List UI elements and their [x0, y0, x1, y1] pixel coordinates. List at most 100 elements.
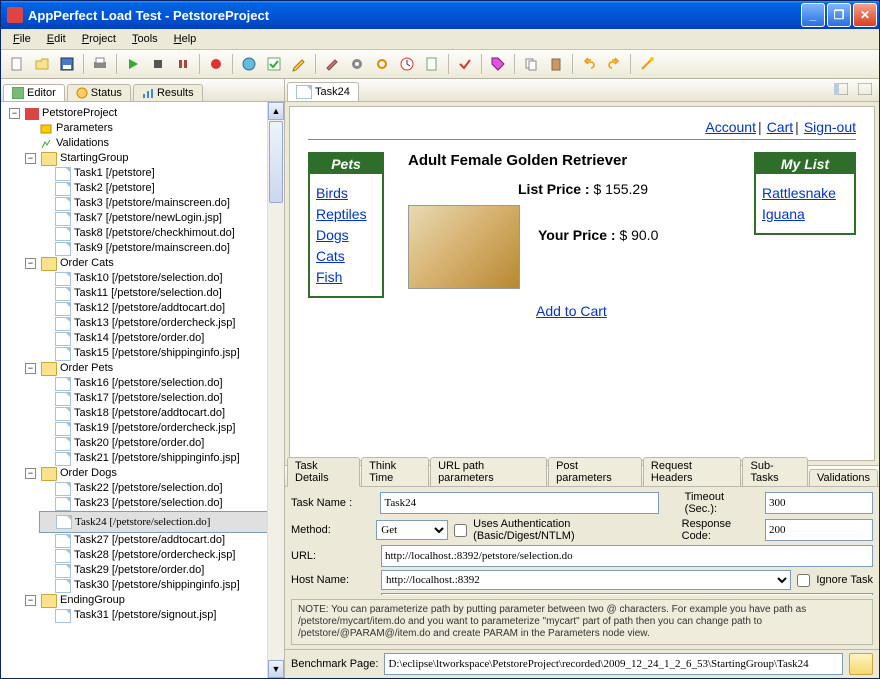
tree-group[interactable]: StartingGroup	[60, 151, 128, 166]
tree-task[interactable]: Task10 [/petstore/selection.do]	[39, 271, 282, 286]
tree-task[interactable]: Task24 [/petstore/selection.do]	[39, 511, 282, 533]
tree-task[interactable]: Task15 [/petstore/shippinginfo.jsp]	[39, 346, 282, 361]
print-icon[interactable]	[88, 52, 112, 76]
stop-icon[interactable]	[146, 52, 170, 76]
tab-editor[interactable]: Editor	[3, 84, 65, 101]
collapse-icon[interactable]: −	[25, 258, 36, 269]
tree-root[interactable]: PetstoreProject	[42, 106, 117, 121]
tab-results[interactable]: Results	[133, 84, 203, 101]
collapse-icon[interactable]: −	[25, 468, 36, 479]
collapse-icon[interactable]: −	[9, 108, 20, 119]
method-select[interactable]: Get	[376, 520, 448, 540]
maximize-button[interactable]: ❐	[827, 3, 851, 27]
detail-tab[interactable]: Request Headers	[643, 457, 742, 486]
path-input[interactable]	[381, 593, 873, 595]
category-link[interactable]: Reptiles	[316, 206, 376, 222]
category-link[interactable]: Birds	[316, 185, 376, 201]
menu-help[interactable]: Help	[166, 31, 205, 47]
category-link[interactable]: Dogs	[316, 227, 376, 243]
link-cart[interactable]: Cart	[767, 119, 793, 135]
clock-icon[interactable]	[395, 52, 419, 76]
tree-task[interactable]: Task23 [/petstore/selection.do]	[39, 496, 282, 511]
link-account[interactable]: Account	[705, 119, 756, 135]
tree-validations[interactable]: Validations	[56, 136, 109, 151]
tag-icon[interactable]	[486, 52, 510, 76]
benchmark-input[interactable]	[384, 653, 843, 675]
add-to-cart-link[interactable]: Add to Cart	[536, 303, 607, 319]
detail-tab[interactable]: Sub-Tasks	[742, 457, 808, 486]
tree-task[interactable]: Task2 [/petstore]	[39, 181, 282, 196]
close-button[interactable]: ✕	[853, 3, 877, 27]
detail-tab[interactable]: Task Details	[287, 457, 360, 487]
host-select[interactable]: http://localhost.:8392	[381, 570, 791, 590]
collapse-icon[interactable]: −	[25, 153, 36, 164]
url-input[interactable]	[381, 545, 873, 567]
tab-task[interactable]: Task24	[287, 82, 359, 101]
tree-task[interactable]: Task31 [/petstore/signout.jsp]	[39, 608, 282, 623]
response-input[interactable]	[765, 519, 873, 541]
tree-task[interactable]: Task16 [/petstore/selection.do]	[39, 376, 282, 391]
new-icon[interactable]	[5, 52, 29, 76]
run-icon[interactable]	[121, 52, 145, 76]
paste-icon[interactable]	[544, 52, 568, 76]
collapse-icon[interactable]: −	[25, 363, 36, 374]
tree-task[interactable]: Task9 [/petstore/mainscreen.do]	[39, 241, 282, 256]
check-icon[interactable]	[262, 52, 286, 76]
detail-tab[interactable]: Think Time	[361, 457, 429, 486]
mylist-link[interactable]: Rattlesnake	[762, 185, 848, 201]
tree-task[interactable]: Task21 [/petstore/shippinginfo.jsp]	[39, 451, 282, 466]
menu-file[interactable]: File	[5, 31, 39, 47]
detail-tab[interactable]: URL path parameters	[430, 457, 547, 486]
ignore-checkbox[interactable]	[797, 574, 810, 587]
validate-icon[interactable]	[453, 52, 477, 76]
timeout-input[interactable]	[765, 492, 873, 514]
menu-edit[interactable]: Edit	[39, 31, 74, 47]
auth-checkbox[interactable]	[454, 524, 467, 537]
scroll-down-icon[interactable]: ▼	[268, 660, 284, 678]
tree-task[interactable]: Task20 [/petstore/order.do]	[39, 436, 282, 451]
link-signout[interactable]: Sign-out	[804, 119, 856, 135]
tree-task[interactable]: Task11 [/petstore/selection.do]	[39, 286, 282, 301]
scroll-up-icon[interactable]: ▲	[268, 102, 284, 120]
collapse-icon[interactable]: −	[25, 595, 36, 606]
gear-icon[interactable]	[345, 52, 369, 76]
scroll-thumb[interactable]	[269, 121, 283, 203]
settings-icon[interactable]	[320, 52, 344, 76]
tree-task[interactable]: Task14 [/petstore/order.do]	[39, 331, 282, 346]
tree-task[interactable]: Task13 [/petstore/ordercheck.jsp]	[39, 316, 282, 331]
browser-icon[interactable]	[237, 52, 261, 76]
tab-status[interactable]: Status	[67, 84, 131, 101]
tree-parameters[interactable]: Parameters	[56, 121, 113, 136]
wand-icon[interactable]	[635, 52, 659, 76]
detail-tab[interactable]: Post parameters	[548, 457, 642, 486]
tree-task[interactable]: Task7 [/petstore/newLogin.jsp]	[39, 211, 282, 226]
category-link[interactable]: Fish	[316, 269, 376, 285]
tree-view[interactable]: −PetstoreProject Parameters Validations …	[1, 102, 284, 678]
taskname-input[interactable]	[380, 492, 658, 514]
tree-task[interactable]: Task12 [/petstore/addtocart.do]	[39, 301, 282, 316]
refresh-icon[interactable]	[370, 52, 394, 76]
open-icon[interactable]	[30, 52, 54, 76]
tree-group[interactable]: Order Cats	[60, 256, 114, 271]
detail-tab[interactable]: Validations	[809, 469, 878, 486]
view-left-icon[interactable]	[829, 77, 853, 101]
menu-project[interactable]: Project	[74, 31, 124, 47]
tree-task[interactable]: Task17 [/petstore/selection.do]	[39, 391, 282, 406]
tree-task[interactable]: Task8 [/petstore/checkhimout.do]	[39, 226, 282, 241]
tree-task[interactable]: Task18 [/petstore/addtocart.do]	[39, 406, 282, 421]
tree-task[interactable]: Task29 [/petstore/order.do]	[39, 563, 282, 578]
mylist-link[interactable]: Iguana	[762, 206, 848, 222]
view-full-icon[interactable]	[853, 77, 877, 101]
menu-tools[interactable]: Tools	[124, 31, 166, 47]
tree-task[interactable]: Task3 [/petstore/mainscreen.do]	[39, 196, 282, 211]
browse-button[interactable]	[849, 653, 873, 675]
copy-icon[interactable]	[519, 52, 543, 76]
tree-task[interactable]: Task22 [/petstore/selection.do]	[39, 481, 282, 496]
minimize-button[interactable]: _	[801, 3, 825, 27]
undo-icon[interactable]	[577, 52, 601, 76]
pause-icon[interactable]	[171, 52, 195, 76]
tree-task[interactable]: Task28 [/petstore/ordercheck.jsp]	[39, 548, 282, 563]
tree-group[interactable]: Order Dogs	[60, 466, 117, 481]
redo-icon[interactable]	[602, 52, 626, 76]
save-icon[interactable]	[55, 52, 79, 76]
